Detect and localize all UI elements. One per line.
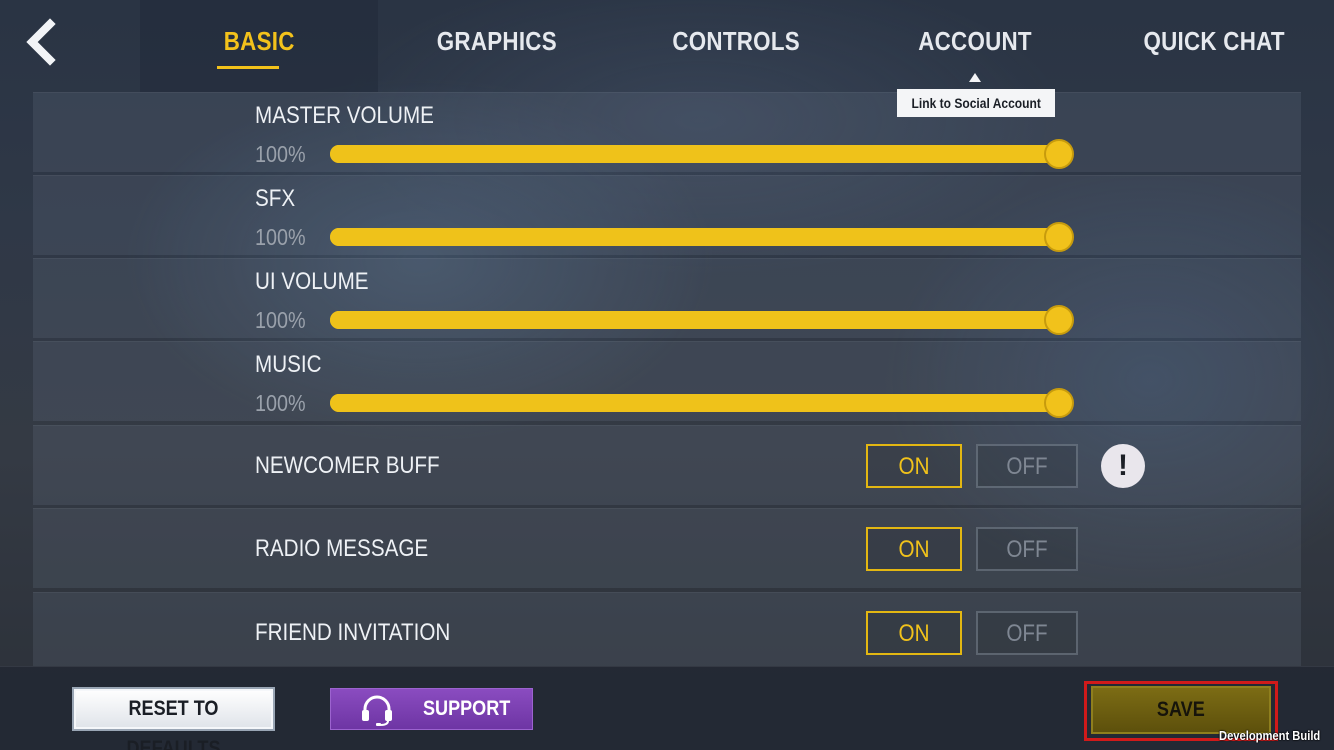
master-volume-value: 100% — [255, 141, 314, 168]
tab-graphics[interactable]: GRAPHICS — [397, 26, 597, 70]
account-tooltip-text: Link to Social Account — [911, 95, 1041, 111]
active-tab-underline — [217, 66, 279, 69]
master-volume-slider[interactable] — [330, 139, 1074, 169]
sfx-label: SFX — [255, 185, 296, 212]
back-chevron-icon — [26, 18, 56, 66]
off-label: OFF — [1006, 453, 1048, 480]
friend-invitation-label: FRIEND INVITATION — [255, 619, 451, 646]
slider-fill — [330, 145, 1072, 163]
tab-basic[interactable]: BASIC — [159, 26, 359, 70]
setting-row-music: MUSIC 100% — [33, 341, 1301, 421]
tab-quick-chat[interactable]: QUICK CHAT — [1114, 26, 1314, 70]
support-button[interactable]: SUPPORT — [330, 688, 533, 730]
slider-fill — [330, 228, 1072, 246]
music-slider[interactable] — [330, 388, 1074, 418]
setting-label: SFX — [255, 185, 302, 213]
tab-controls[interactable]: CONTROLS — [636, 26, 836, 70]
ui-volume-value: 100% — [255, 307, 314, 334]
ui-volume-slider[interactable] — [330, 305, 1074, 335]
tab-quick-chat-label: QUICK CHAT — [1143, 26, 1285, 56]
setting-row-newcomer-buff: NEWCOMER BUFF ON OFF ! — [33, 425, 1301, 505]
on-label: ON — [898, 536, 930, 563]
master-volume-label: MASTER VOLUME — [255, 102, 434, 129]
off-label: OFF — [1006, 620, 1048, 647]
reset-label: RESET TO DEFAULTS — [126, 697, 221, 750]
ui-volume-label: UI VOLUME — [255, 268, 369, 295]
on-label: ON — [898, 453, 930, 480]
ui-volume-value-text: 100% — [255, 307, 306, 333]
sfx-value: 100% — [255, 224, 314, 251]
friend-invitation-off-button[interactable]: OFF — [976, 611, 1078, 655]
sfx-value-text: 100% — [255, 224, 306, 250]
friend-invitation-on-button[interactable]: ON — [866, 611, 962, 655]
newcomer-buff-off-button[interactable]: OFF — [976, 444, 1078, 488]
on-label: ON — [898, 620, 930, 647]
setting-label: MASTER VOLUME — [255, 102, 463, 130]
music-label: MUSIC — [255, 351, 322, 378]
music-value: 100% — [255, 390, 314, 417]
setting-label: NEWCOMER BUFF — [255, 452, 470, 480]
tab-graphics-label: GRAPHICS — [436, 26, 558, 56]
radio-message-off-button[interactable]: OFF — [976, 527, 1078, 571]
tooltip-arrow — [969, 73, 981, 82]
radio-message-on-button[interactable]: ON — [866, 527, 962, 571]
setting-label: UI VOLUME — [255, 268, 387, 296]
setting-row-master-volume: MASTER VOLUME 100% — [33, 92, 1301, 172]
headset-icon — [362, 695, 392, 726]
setting-row-radio-message: RADIO MESSAGE ON OFF — [33, 508, 1301, 588]
setting-row-ui-volume: UI VOLUME 100% — [33, 258, 1301, 338]
account-tooltip: Link to Social Account — [897, 89, 1055, 117]
settings-list[interactable]: MASTER VOLUME 100% SFX 100% UI VOLUME 10… — [33, 92, 1301, 666]
newcomer-buff-label: NEWCOMER BUFF — [255, 452, 440, 479]
development-build-watermark: Development Build — [1219, 728, 1334, 743]
setting-label: RADIO MESSAGE — [255, 535, 456, 563]
tab-account-label: ACCOUNT — [918, 26, 1032, 56]
info-exclamation-icon[interactable]: ! — [1101, 444, 1145, 488]
radio-message-label: RADIO MESSAGE — [255, 535, 429, 562]
setting-label: FRIEND INVITATION — [255, 619, 482, 647]
master-volume-value-text: 100% — [255, 141, 306, 167]
slider-knob[interactable] — [1044, 388, 1074, 418]
reset-to-defaults-button[interactable]: RESET TO DEFAULTS — [72, 687, 275, 750]
slider-fill — [330, 394, 1072, 412]
setting-row-sfx: SFX 100% — [33, 175, 1301, 255]
tab-controls-label: CONTROLS — [672, 26, 800, 56]
save-button[interactable]: SAVE — [1091, 686, 1271, 734]
save-label: SAVE — [1157, 698, 1205, 721]
slider-knob[interactable] — [1044, 139, 1074, 169]
bottom-bar: RESET TO DEFAULTS SUPPORT SAVE Developme… — [0, 666, 1334, 750]
music-value-text: 100% — [255, 390, 306, 416]
top-nav: BASIC GRAPHICS CONTROLS ACCOUNT QUICK CH… — [0, 0, 1334, 92]
setting-label: MUSIC — [255, 351, 332, 379]
support-label: SUPPORT — [423, 697, 511, 720]
slider-fill — [330, 311, 1072, 329]
back-button[interactable] — [22, 18, 66, 66]
setting-row-friend-invitation: FRIEND INVITATION ON OFF — [33, 592, 1301, 666]
newcomer-buff-on-button[interactable]: ON — [866, 444, 962, 488]
tab-account[interactable]: ACCOUNT — [875, 26, 1075, 70]
slider-knob[interactable] — [1044, 305, 1074, 335]
off-label: OFF — [1006, 536, 1048, 563]
dev-build-text: Development Build — [1219, 728, 1321, 743]
slider-knob[interactable] — [1044, 222, 1074, 252]
tab-basic-label: BASIC — [223, 26, 295, 56]
sfx-slider[interactable] — [330, 222, 1074, 252]
